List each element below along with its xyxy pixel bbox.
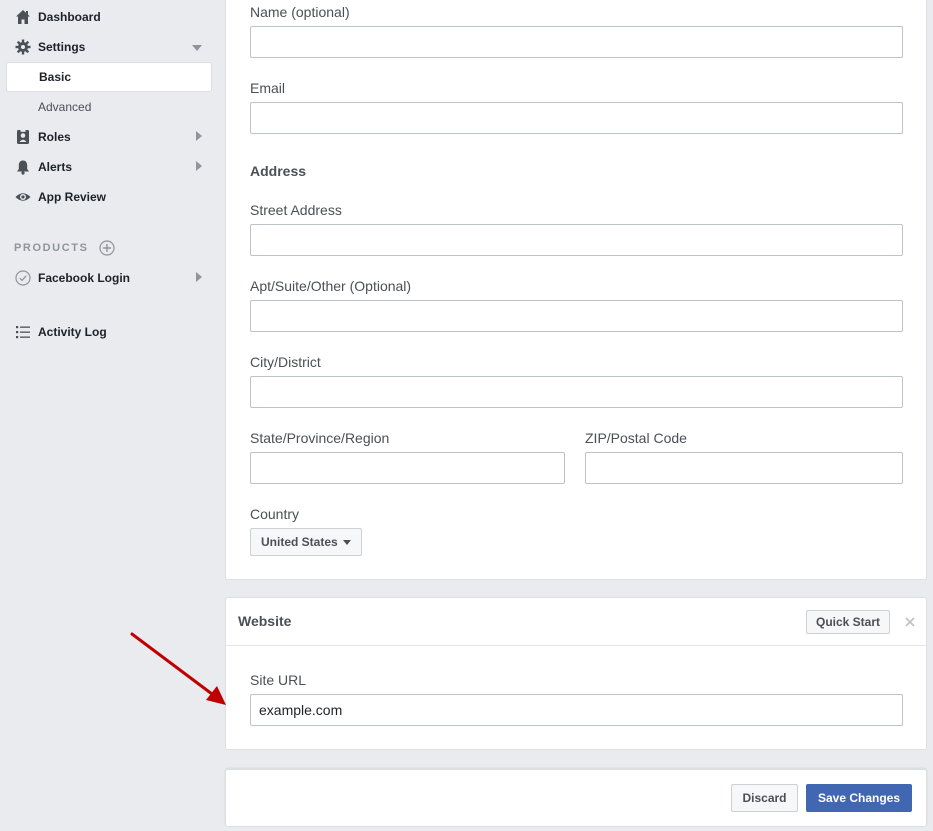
eye-icon bbox=[14, 188, 32, 206]
contact-address-panel: Name (optional) Email Address Street Add… bbox=[225, 0, 927, 580]
sidebar-item-dashboard[interactable]: Dashboard bbox=[6, 2, 212, 32]
apt-suite-input[interactable] bbox=[250, 300, 903, 332]
sidebar-item-label: Dashboard bbox=[38, 10, 101, 24]
sidebar-item-label: Roles bbox=[38, 130, 71, 144]
name-label: Name (optional) bbox=[250, 4, 350, 20]
city-district-input[interactable] bbox=[250, 376, 903, 408]
chevron-right-icon bbox=[196, 271, 202, 285]
products-header: PRODUCTS bbox=[14, 238, 115, 258]
gear-icon bbox=[14, 38, 32, 56]
email-label: Email bbox=[250, 80, 286, 96]
apt-suite-label: Apt/Suite/Other (Optional) bbox=[250, 278, 412, 294]
chevron-right-icon bbox=[196, 160, 202, 174]
sidebar-subitem-label: Advanced bbox=[38, 100, 92, 114]
add-product-icon[interactable] bbox=[98, 240, 115, 256]
quick-start-label: Quick Start bbox=[816, 615, 881, 629]
email-input[interactable] bbox=[250, 102, 903, 134]
close-icon[interactable] bbox=[903, 615, 917, 629]
annotation-arrow-icon bbox=[130, 632, 226, 705]
sidebar-subitem-advanced[interactable]: Advanced bbox=[6, 92, 212, 122]
list-icon bbox=[14, 323, 32, 341]
country-select-value: United States bbox=[261, 535, 338, 549]
sidebar-subitem-label: Basic bbox=[39, 70, 72, 84]
roles-icon bbox=[14, 128, 32, 146]
sidebar-item-app-review[interactable]: App Review bbox=[6, 182, 212, 212]
street-address-input[interactable] bbox=[250, 224, 903, 256]
sidebar-subitem-basic[interactable]: Basic bbox=[6, 62, 212, 92]
sidebar-item-activity-log[interactable]: Activity Log bbox=[6, 317, 212, 347]
bell-icon bbox=[14, 158, 32, 176]
website-panel-header: Website Quick Start bbox=[226, 598, 926, 646]
caret-down-icon bbox=[342, 539, 351, 545]
save-changes-button[interactable]: Save Changes bbox=[806, 784, 912, 812]
check-circle-icon bbox=[14, 269, 32, 287]
chevron-right-icon bbox=[196, 130, 202, 144]
discard-button[interactable]: Discard bbox=[731, 784, 798, 812]
sidebar-item-label: Settings bbox=[38, 40, 86, 54]
site-url-label: Site URL bbox=[250, 672, 307, 688]
discard-label: Discard bbox=[742, 791, 787, 805]
city-district-label: City/District bbox=[250, 354, 321, 370]
name-input[interactable] bbox=[250, 26, 903, 58]
products-label: PRODUCTS bbox=[14, 242, 89, 254]
chevron-down-icon bbox=[192, 40, 202, 54]
zip-code-input[interactable] bbox=[585, 452, 903, 484]
sidebar-item-label: Facebook Login bbox=[38, 271, 131, 285]
home-icon bbox=[14, 8, 32, 26]
street-address-label: Street Address bbox=[250, 202, 342, 218]
sidebar-item-roles[interactable]: Roles bbox=[6, 122, 212, 152]
sidebar-item-label: Activity Log bbox=[38, 325, 107, 339]
state-province-input[interactable] bbox=[250, 452, 565, 484]
sidebar-item-facebook-login[interactable]: Facebook Login bbox=[6, 263, 212, 293]
state-province-label: State/Province/Region bbox=[250, 430, 390, 446]
sidebar-item-settings[interactable]: Settings bbox=[6, 32, 212, 62]
sidebar-item-alerts[interactable]: Alerts bbox=[6, 152, 212, 182]
sidebar-item-label: App Review bbox=[38, 190, 107, 204]
website-panel: Website Quick Start Site URL bbox=[225, 597, 927, 750]
save-footer: Discard Save Changes bbox=[225, 769, 927, 827]
sidebar-item-label: Alerts bbox=[38, 160, 73, 174]
quick-start-button[interactable]: Quick Start bbox=[806, 610, 891, 634]
site-url-input[interactable] bbox=[250, 694, 903, 726]
country-select[interactable]: United States bbox=[250, 528, 362, 556]
save-changes-label: Save Changes bbox=[817, 791, 901, 805]
zip-code-label: ZIP/Postal Code bbox=[585, 430, 687, 446]
country-label: Country bbox=[250, 506, 300, 522]
address-section-title: Address bbox=[250, 163, 307, 179]
website-panel-title: Website bbox=[238, 613, 292, 629]
